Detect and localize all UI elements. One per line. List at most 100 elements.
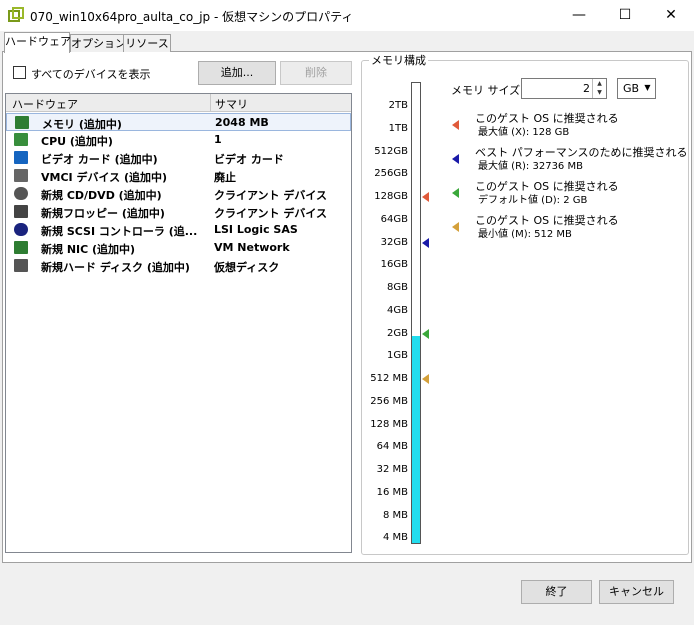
hardware-row-name: 新規 CD/DVD (追加中) xyxy=(41,189,162,202)
minimize-icon: — xyxy=(572,7,586,23)
hardware-list: ハードウェア サマリ メモリ (追加中) 2048 MB CPU (追加中) 1 ビデオ… xyxy=(5,93,352,553)
tab-options[interactable]: オプション xyxy=(70,34,126,52)
scale-tick-label: 256 MB xyxy=(370,395,408,407)
hardware-row-summary: 1 xyxy=(214,133,222,146)
hardware-row[interactable]: 新規 SCSI コントローラ (追... LSI Logic SAS xyxy=(6,221,351,239)
remove-button[interactable]: 削除 xyxy=(280,61,352,85)
vm-app-icon xyxy=(8,7,24,22)
hardware-row-name: VMCI デバイス (追加中) xyxy=(41,171,168,184)
memory-size-value: 2 xyxy=(583,82,590,95)
spin-down-icon[interactable]: ▼ xyxy=(593,88,606,97)
finish-button[interactable]: 終了 xyxy=(521,580,592,604)
hardware-row-name: 新規 NIC (追加中) xyxy=(41,243,136,256)
hardware-row[interactable]: 新規フロッピー (追加中) クライアント デバイス xyxy=(6,203,351,221)
hardware-row-name: CPU (追加中) xyxy=(41,135,113,148)
vmci-icon xyxy=(14,169,28,182)
hardware-row-summary: VM Network xyxy=(214,241,290,254)
minimize-button[interactable]: — xyxy=(556,0,602,31)
scale-tick-label: 16GB xyxy=(380,259,408,271)
cd-dvd-icon xyxy=(14,187,28,200)
hardware-row-name: 新規 SCSI コントローラ (追... xyxy=(41,225,198,238)
scale-tick-label: 4 MB xyxy=(382,532,408,544)
legend-line2: デフォルト値 (D): 2 GB xyxy=(478,195,588,206)
hardware-row[interactable]: 新規 CD/DVD (追加中) クライアント デバイス xyxy=(6,185,351,203)
hardware-row[interactable]: VMCI デバイス (追加中) 廃止 xyxy=(6,167,351,185)
memory-slider-fill xyxy=(412,336,420,543)
close-button[interactable]: ✕ xyxy=(648,0,694,31)
scale-tick-label: 4GB xyxy=(387,304,408,316)
hardware-row-summary: クライアント デバイス xyxy=(214,207,328,220)
scale-marker-icon xyxy=(422,328,429,339)
scale-marker-icon xyxy=(422,374,429,384)
scale-tick-label: 2GB xyxy=(387,327,408,339)
hardware-list-header: ハードウェア サマリ xyxy=(6,94,351,112)
scale-marker-icon xyxy=(422,192,429,202)
legend-marker-icon xyxy=(452,222,459,232)
hardware-row-summary: ビデオ カード xyxy=(214,153,284,166)
show-all-devices-checkbox[interactable] xyxy=(13,66,26,79)
memory-unit-value: GB xyxy=(623,82,640,95)
hardware-row-summary: 仮想ディスク xyxy=(214,261,280,274)
legend-marker-icon xyxy=(452,188,459,198)
nic-icon xyxy=(14,241,28,254)
scale-tick-label: 64 MB xyxy=(376,441,408,453)
hardware-row[interactable]: ビデオ カード (追加中) ビデオ カード xyxy=(6,149,351,167)
hardware-row-name: 新規フロッピー (追加中) xyxy=(41,207,165,220)
scale-tick-label: 128 MB xyxy=(370,418,408,430)
hardware-row[interactable]: メモリ (追加中) 2048 MB xyxy=(6,113,351,131)
hardware-row-name: ビデオ カード (追加中) xyxy=(41,153,158,166)
hardware-row-summary: 廃止 xyxy=(214,171,236,184)
scale-tick-label: 8GB xyxy=(387,282,408,293)
hardware-row[interactable]: 新規ハード ディスク (追加中) 仮想ディスク xyxy=(6,257,351,275)
scale-tick-label: 256GB xyxy=(374,168,408,180)
hardware-row-summary: クライアント デバイス xyxy=(214,189,328,202)
tab-resources[interactable]: リソース xyxy=(123,34,171,52)
video-card-icon xyxy=(14,151,28,164)
dropdown-arrow-icon[interactable]: ▼ xyxy=(642,81,653,94)
scale-tick-label: 1TB xyxy=(388,122,408,134)
memory-size-input[interactable]: 2 ▲ ▼ xyxy=(521,78,607,99)
spin-up-icon[interactable]: ▲ xyxy=(593,79,606,88)
hardware-row[interactable]: 新規 NIC (追加中) VM Network xyxy=(6,239,351,257)
window-title: 070_win10x64pro_aulta_co_jp - 仮想マシンのプロパテ… xyxy=(30,10,354,24)
hardware-row-summary: 2048 MB xyxy=(215,116,269,129)
hardware-row-summary: LSI Logic SAS xyxy=(214,223,298,236)
scale-tick-label: 1GB xyxy=(387,350,408,362)
col-hardware-header[interactable]: ハードウェア xyxy=(12,96,78,112)
hardware-row[interactable]: CPU (追加中) 1 xyxy=(6,131,351,149)
cancel-button[interactable]: キャンセル xyxy=(599,580,674,604)
hardware-row-name: メモリ (追加中) xyxy=(42,118,122,131)
memory-config-title: メモリ構成 xyxy=(369,52,428,68)
scale-tick-label: 8 MB xyxy=(382,509,408,521)
cpu-icon xyxy=(14,133,28,146)
add-button[interactable]: 追加... xyxy=(198,61,276,85)
hardware-row-name: 新規ハード ディスク (追加中) xyxy=(41,261,190,274)
floppy-icon xyxy=(14,205,28,218)
column-separator[interactable] xyxy=(210,94,211,111)
legend-line2: 最大値 (X): 128 GB xyxy=(478,127,570,138)
close-icon: ✕ xyxy=(665,7,677,23)
maximize-button[interactable]: ☐ xyxy=(602,0,648,31)
scale-tick-label: 64GB xyxy=(380,213,408,225)
show-all-devices-label: すべてのデバイスを表示 xyxy=(31,68,151,81)
legend-marker-icon xyxy=(452,120,459,130)
col-summary-header[interactable]: サマリ xyxy=(215,96,248,112)
memory-icon xyxy=(15,116,29,129)
scale-tick-label: 512GB xyxy=(374,145,408,157)
scale-tick-label: 32GB xyxy=(380,236,408,248)
scale-tick-label: 128GB xyxy=(374,191,408,202)
legend-marker-icon xyxy=(452,154,459,164)
scale-tick-label: 32 MB xyxy=(376,464,408,475)
maximize-icon: ☐ xyxy=(618,7,632,23)
hard-disk-icon xyxy=(14,259,28,272)
memory-slider[interactable] xyxy=(411,82,421,544)
memory-size-spinner[interactable]: ▲ ▼ xyxy=(592,79,606,98)
memory-unit-select[interactable]: GB ▼ xyxy=(617,78,656,99)
scale-marker-icon xyxy=(422,237,429,248)
scale-tick-label: 16 MB xyxy=(376,486,408,498)
legend-line2: 最小値 (M): 512 MB xyxy=(478,229,572,240)
scale-tick-label: 2TB xyxy=(388,100,408,111)
tab-hardware[interactable]: ハードウェア xyxy=(4,32,71,53)
scsi-controller-icon xyxy=(14,223,28,236)
memory-size-label: メモリ サイズ: xyxy=(451,84,524,97)
